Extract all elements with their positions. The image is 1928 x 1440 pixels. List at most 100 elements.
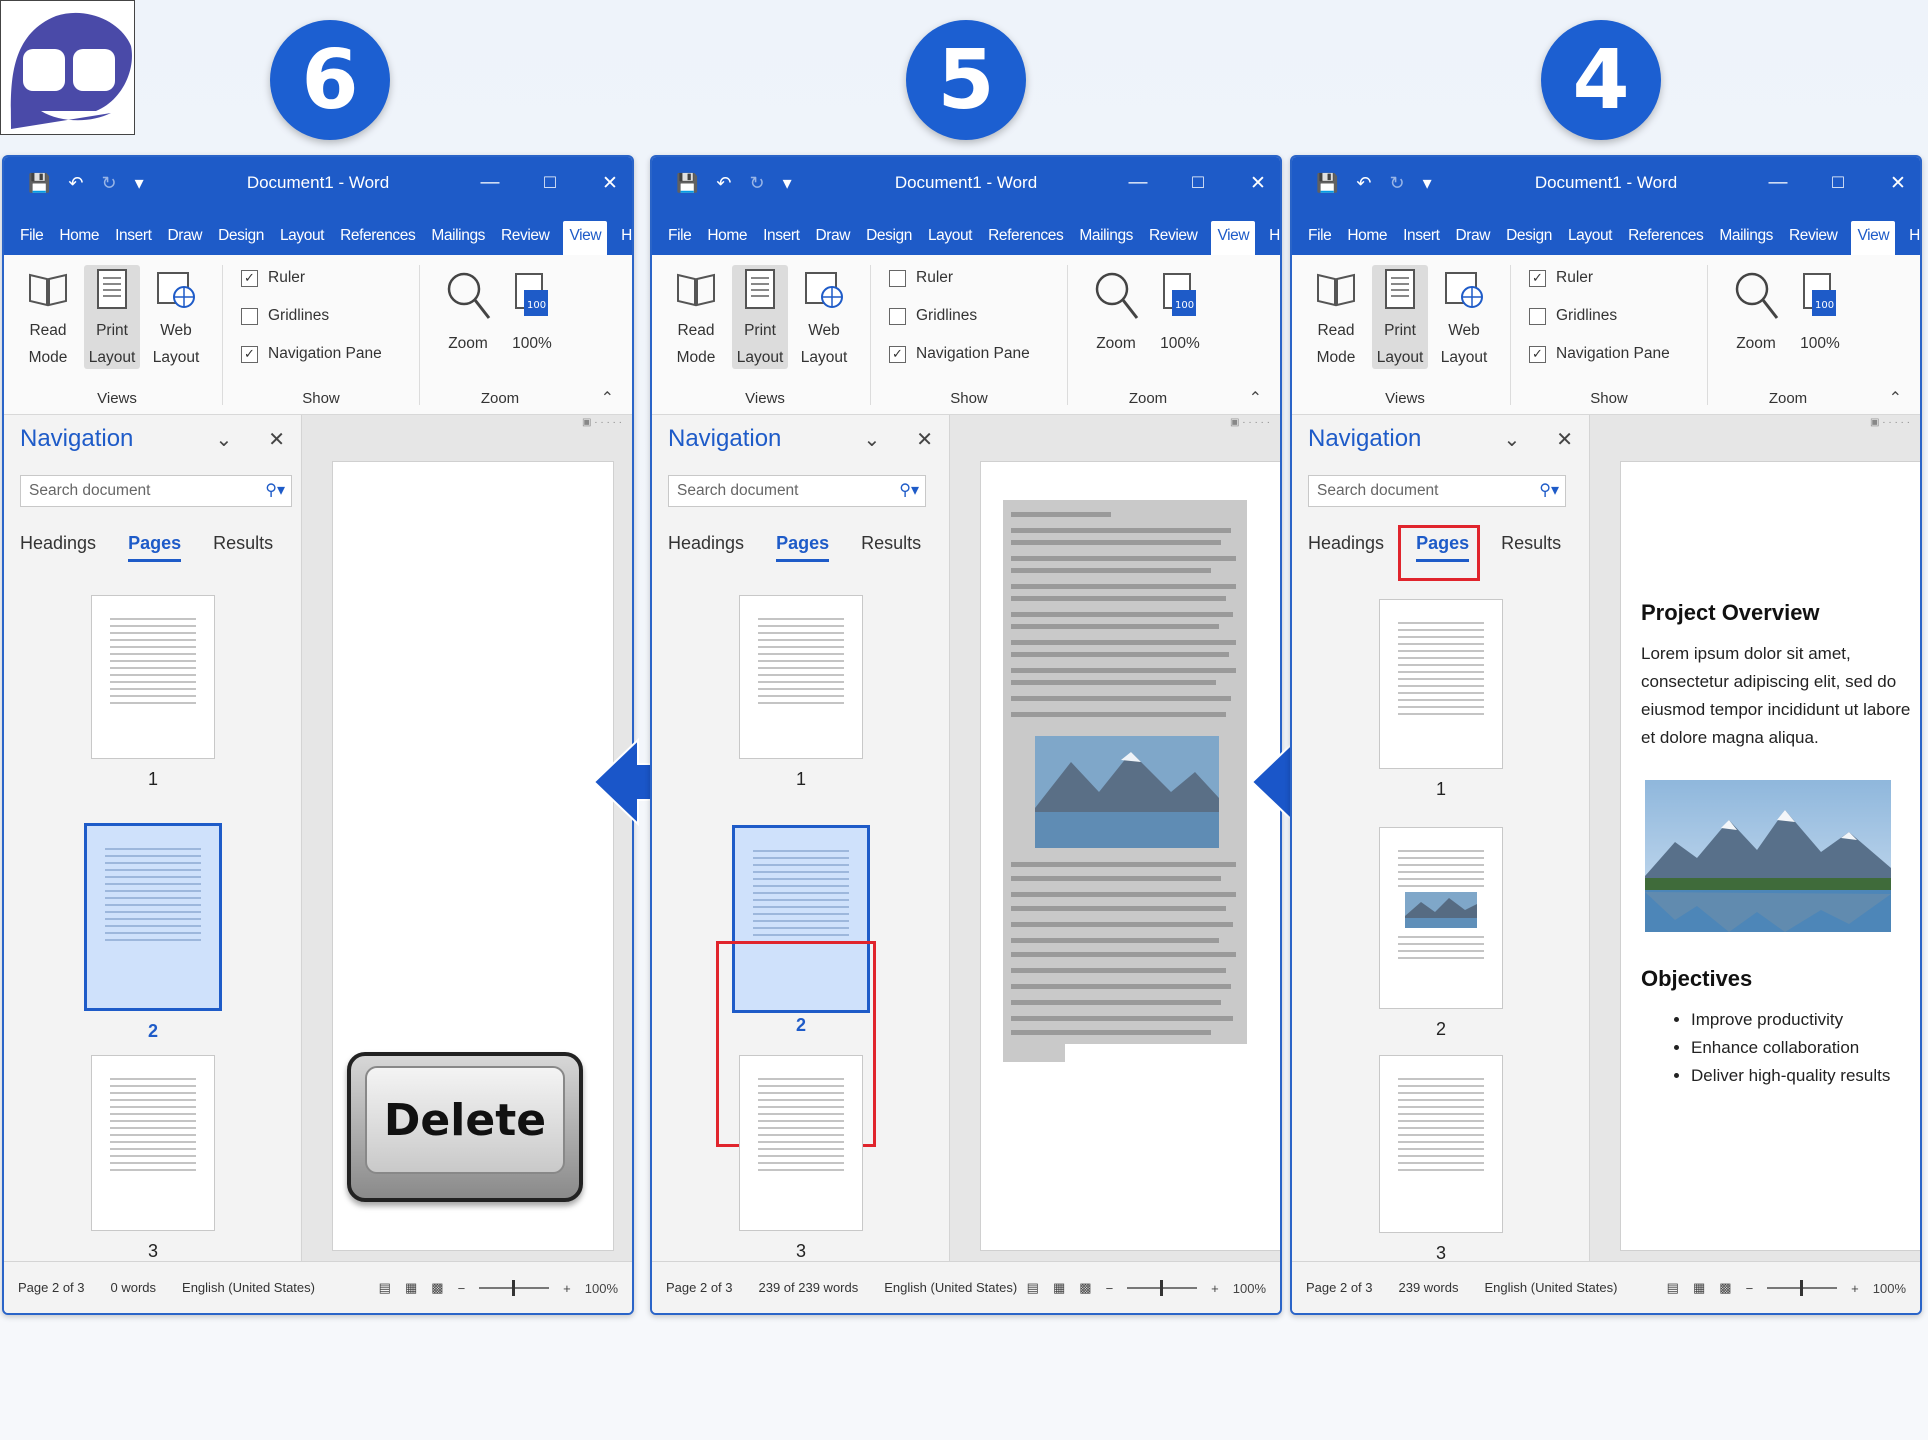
tab-design[interactable]: Design xyxy=(216,227,266,255)
redo-icon[interactable]: ↻ xyxy=(1390,173,1405,194)
web-layout-button[interactable]: Web Layout xyxy=(1436,265,1492,369)
zoom-out-icon[interactable]: − xyxy=(1746,1281,1754,1296)
status-page[interactable]: Page 2 of 3 xyxy=(18,1280,85,1295)
zoom-button[interactable]: Zoom xyxy=(1728,265,1784,353)
status-language[interactable]: English (United States) xyxy=(884,1280,1017,1295)
tab-file[interactable]: File xyxy=(18,227,45,255)
redo-icon[interactable]: ↻ xyxy=(102,173,117,194)
ruler-checkbox[interactable]: ✓ Ruler xyxy=(241,269,305,287)
page-thumbnail-3[interactable]: 3 xyxy=(652,1055,950,1262)
tab-view[interactable]: View xyxy=(1851,221,1896,255)
gridlines-checkbox[interactable]: Gridlines xyxy=(241,307,329,325)
undo-icon[interactable]: ↶ xyxy=(716,173,731,194)
tab-design[interactable]: Design xyxy=(864,227,914,255)
ruler-checkbox[interactable]: Ruler xyxy=(889,269,953,287)
ruler-icon[interactable]: ▣ · · · · · xyxy=(1870,417,1910,428)
zoom-slider[interactable] xyxy=(479,1280,550,1296)
collapse-ribbon-icon[interactable]: ⌃ xyxy=(1889,388,1902,408)
read-mode-status-icon[interactable]: ▤ xyxy=(1027,1280,1039,1296)
tab-insert[interactable]: Insert xyxy=(113,227,153,255)
customize-quick-access-icon[interactable]: ▾ xyxy=(1423,173,1432,194)
zoom-level[interactable]: 100% xyxy=(585,1281,618,1296)
save-icon[interactable]: 💾 xyxy=(28,173,50,194)
web-layout-status-icon[interactable]: ▩ xyxy=(431,1280,443,1296)
zoom-in-icon[interactable]: + xyxy=(563,1281,571,1296)
read-mode-button[interactable]: Read Mode xyxy=(1308,265,1364,369)
navigation-options-icon[interactable]: ⌄ xyxy=(1503,427,1520,452)
ruler-checkbox[interactable]: ✓ Ruler xyxy=(1529,269,1593,287)
document-page-selected[interactable] xyxy=(980,461,1280,1251)
tab-insert[interactable]: Insert xyxy=(1401,227,1441,255)
tab-review[interactable]: Review xyxy=(1787,227,1839,255)
maximize-icon[interactable]: □ xyxy=(538,172,562,194)
tab-help[interactable]: Help xyxy=(619,227,632,255)
nav-tab-results[interactable]: Results xyxy=(1501,533,1561,562)
zoom-level[interactable]: 100% xyxy=(1873,1281,1906,1296)
undo-icon[interactable]: ↶ xyxy=(1356,173,1371,194)
nav-tab-headings[interactable]: Headings xyxy=(668,533,744,562)
nav-tab-pages[interactable]: Pages xyxy=(1416,533,1470,562)
search-icon[interactable]: ⚲▾ xyxy=(265,480,285,500)
web-layout-button[interactable]: Web Layout xyxy=(796,265,852,369)
redo-icon[interactable]: ↻ xyxy=(750,173,765,194)
tab-review[interactable]: Review xyxy=(499,227,551,255)
tab-references[interactable]: References xyxy=(338,227,417,255)
print-layout-status-icon[interactable]: ▦ xyxy=(1693,1280,1705,1296)
zoom-100-button[interactable]: 100 100% xyxy=(1152,265,1208,353)
navigation-close-icon[interactable]: ✕ xyxy=(1556,427,1573,452)
page-thumbnail-1[interactable]: 1 xyxy=(1292,599,1590,800)
tab-design[interactable]: Design xyxy=(1504,227,1554,255)
minimize-icon[interactable]: — xyxy=(1766,172,1790,194)
zoom-out-icon[interactable]: − xyxy=(1106,1281,1114,1296)
search-input[interactable]: Search document ⚲▾ xyxy=(20,475,292,507)
tab-mailings[interactable]: Mailings xyxy=(1717,227,1775,255)
minimize-icon[interactable]: — xyxy=(1126,172,1150,194)
search-input[interactable]: Search document ⚲▾ xyxy=(1308,475,1566,507)
navigation-options-icon[interactable]: ⌄ xyxy=(863,427,880,452)
page-thumbnail-3[interactable]: 3 xyxy=(4,1055,302,1262)
web-layout-button[interactable]: Web Layout xyxy=(148,265,204,369)
document-page[interactable]: Project Overview Lorem ipsum dolor sit a… xyxy=(1620,461,1920,1251)
page-thumbnail-2[interactable]: 2 xyxy=(652,825,950,1036)
navigation-pane-checkbox[interactable]: ✓ Navigation Pane xyxy=(241,345,382,363)
tab-home[interactable]: Home xyxy=(705,227,749,255)
tab-insert[interactable]: Insert xyxy=(761,227,801,255)
zoom-100-button[interactable]: 100 100% xyxy=(504,265,560,353)
zoom-slider[interactable] xyxy=(1127,1280,1198,1296)
customize-quick-access-icon[interactable]: ▾ xyxy=(783,173,792,194)
zoom-in-icon[interactable]: + xyxy=(1851,1281,1859,1296)
tab-help[interactable]: Help xyxy=(1907,227,1920,255)
page-thumbnail-1[interactable]: 1 xyxy=(4,595,302,790)
collapse-ribbon-icon[interactable]: ⌃ xyxy=(601,388,614,408)
tab-layout[interactable]: Layout xyxy=(926,227,974,255)
status-language[interactable]: English (United States) xyxy=(182,1280,315,1295)
close-icon[interactable]: ✕ xyxy=(598,172,622,195)
navigation-pane-checkbox[interactable]: ✓ Navigation Pane xyxy=(889,345,1030,363)
zoom-level[interactable]: 100% xyxy=(1233,1281,1266,1296)
save-icon[interactable]: 💾 xyxy=(676,173,698,194)
maximize-icon[interactable]: □ xyxy=(1826,172,1850,194)
navigation-pane-checkbox[interactable]: ✓ Navigation Pane xyxy=(1529,345,1670,363)
save-icon[interactable]: 💾 xyxy=(1316,173,1338,194)
tab-references[interactable]: References xyxy=(986,227,1065,255)
close-icon[interactable]: ✕ xyxy=(1246,172,1270,195)
page-thumbnail-2[interactable]: 2 xyxy=(4,823,302,1042)
tab-layout[interactable]: Layout xyxy=(1566,227,1614,255)
minimize-icon[interactable]: — xyxy=(478,172,502,194)
read-mode-button[interactable]: Read Mode xyxy=(668,265,724,369)
undo-icon[interactable]: ↶ xyxy=(68,173,83,194)
nav-tab-headings[interactable]: Headings xyxy=(1308,533,1384,562)
zoom-out-icon[interactable]: − xyxy=(458,1281,466,1296)
zoom-in-icon[interactable]: + xyxy=(1211,1281,1219,1296)
nav-tab-pages[interactable]: Pages xyxy=(128,533,182,562)
tab-help[interactable]: Help xyxy=(1267,227,1280,255)
tab-view[interactable]: View xyxy=(1211,221,1256,255)
zoom-slider[interactable] xyxy=(1767,1280,1838,1296)
gridlines-checkbox[interactable]: Gridlines xyxy=(1529,307,1617,325)
web-layout-status-icon[interactable]: ▩ xyxy=(1719,1280,1731,1296)
collapse-ribbon-icon[interactable]: ⌃ xyxy=(1249,388,1262,408)
nav-tab-results[interactable]: Results xyxy=(213,533,273,562)
zoom-button[interactable]: Zoom xyxy=(1088,265,1144,353)
page-thumbnail-2[interactable]: 2 xyxy=(1292,827,1590,1040)
read-mode-button[interactable]: Read Mode xyxy=(20,265,76,369)
